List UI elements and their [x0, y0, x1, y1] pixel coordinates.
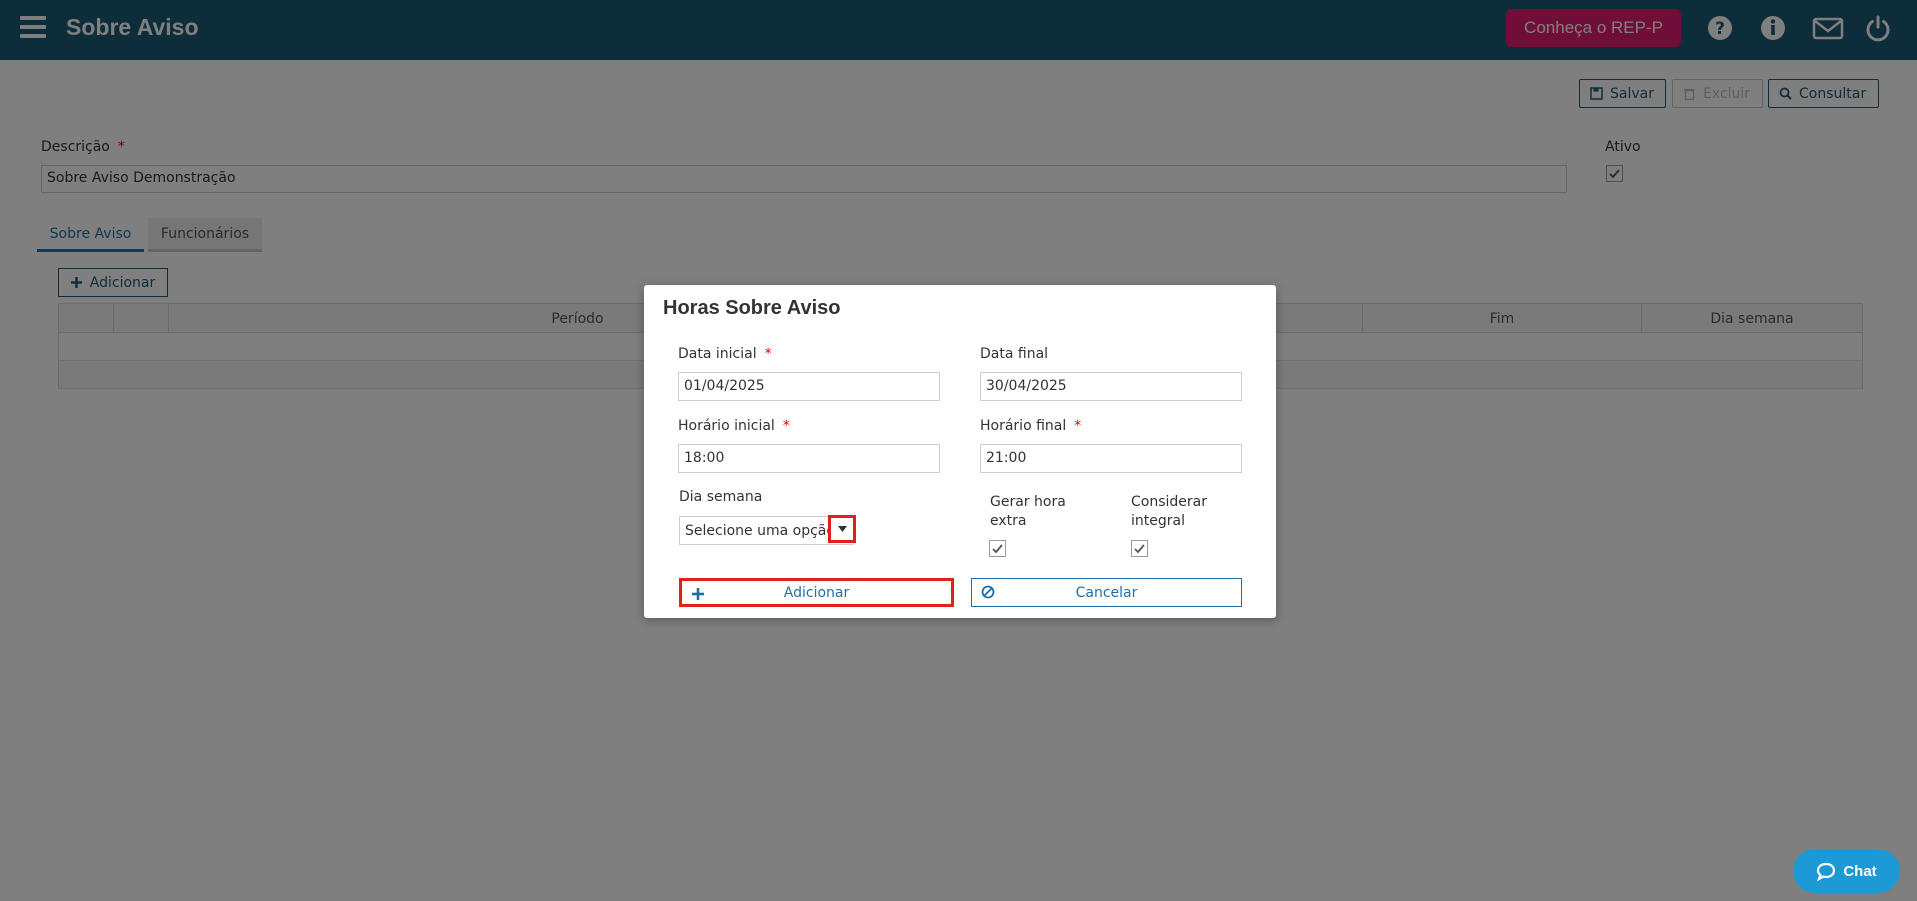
start-date-input[interactable]: 01/04/2025 [678, 372, 940, 401]
end-date-label: Data final [980, 346, 1049, 362]
weekday-label: Dia semana [679, 489, 763, 505]
integral-checkbox[interactable] [1131, 540, 1148, 557]
overtime-label: Gerar hora extra [990, 494, 1066, 529]
horas-sobre-aviso-dialog: Horas Sobre Aviso Data inicial * 01/04/20… [644, 285, 1276, 618]
chat-label: Chat [1843, 862, 1877, 880]
dialog-cancel-label: Cancelar [1075, 584, 1138, 601]
start-time-input[interactable]: 18:00 [678, 444, 940, 473]
start-time-label: Horário inicial * [678, 418, 790, 434]
integral-label: Considerar integral [1131, 494, 1207, 529]
dialog-add-label: Adicionar [783, 584, 850, 601]
caret-down-icon [837, 526, 847, 532]
check-icon [992, 544, 1003, 554]
chat-bubble-icon [1817, 862, 1836, 881]
end-time-input[interactable]: 21:00 [980, 444, 1242, 473]
start-date-label: Data inicial * [678, 346, 772, 362]
plus-icon [692, 588, 704, 600]
chat-button[interactable]: Chat [1793, 849, 1900, 893]
end-date-input[interactable]: 30/04/2025 [980, 372, 1242, 401]
weekday-select-value: Selecione uma opção [685, 522, 835, 539]
ban-icon [981, 585, 995, 599]
check-icon [1134, 544, 1145, 554]
overtime-checkbox[interactable] [989, 540, 1006, 557]
end-time-label: Horário final * [980, 418, 1082, 434]
dialog-title: Horas Sobre Aviso [663, 297, 841, 319]
dialog-add-button[interactable]: Adicionar [679, 578, 954, 607]
weekday-dropdown-toggle[interactable] [828, 515, 856, 543]
dialog-cancel-button[interactable]: Cancelar [971, 578, 1242, 607]
